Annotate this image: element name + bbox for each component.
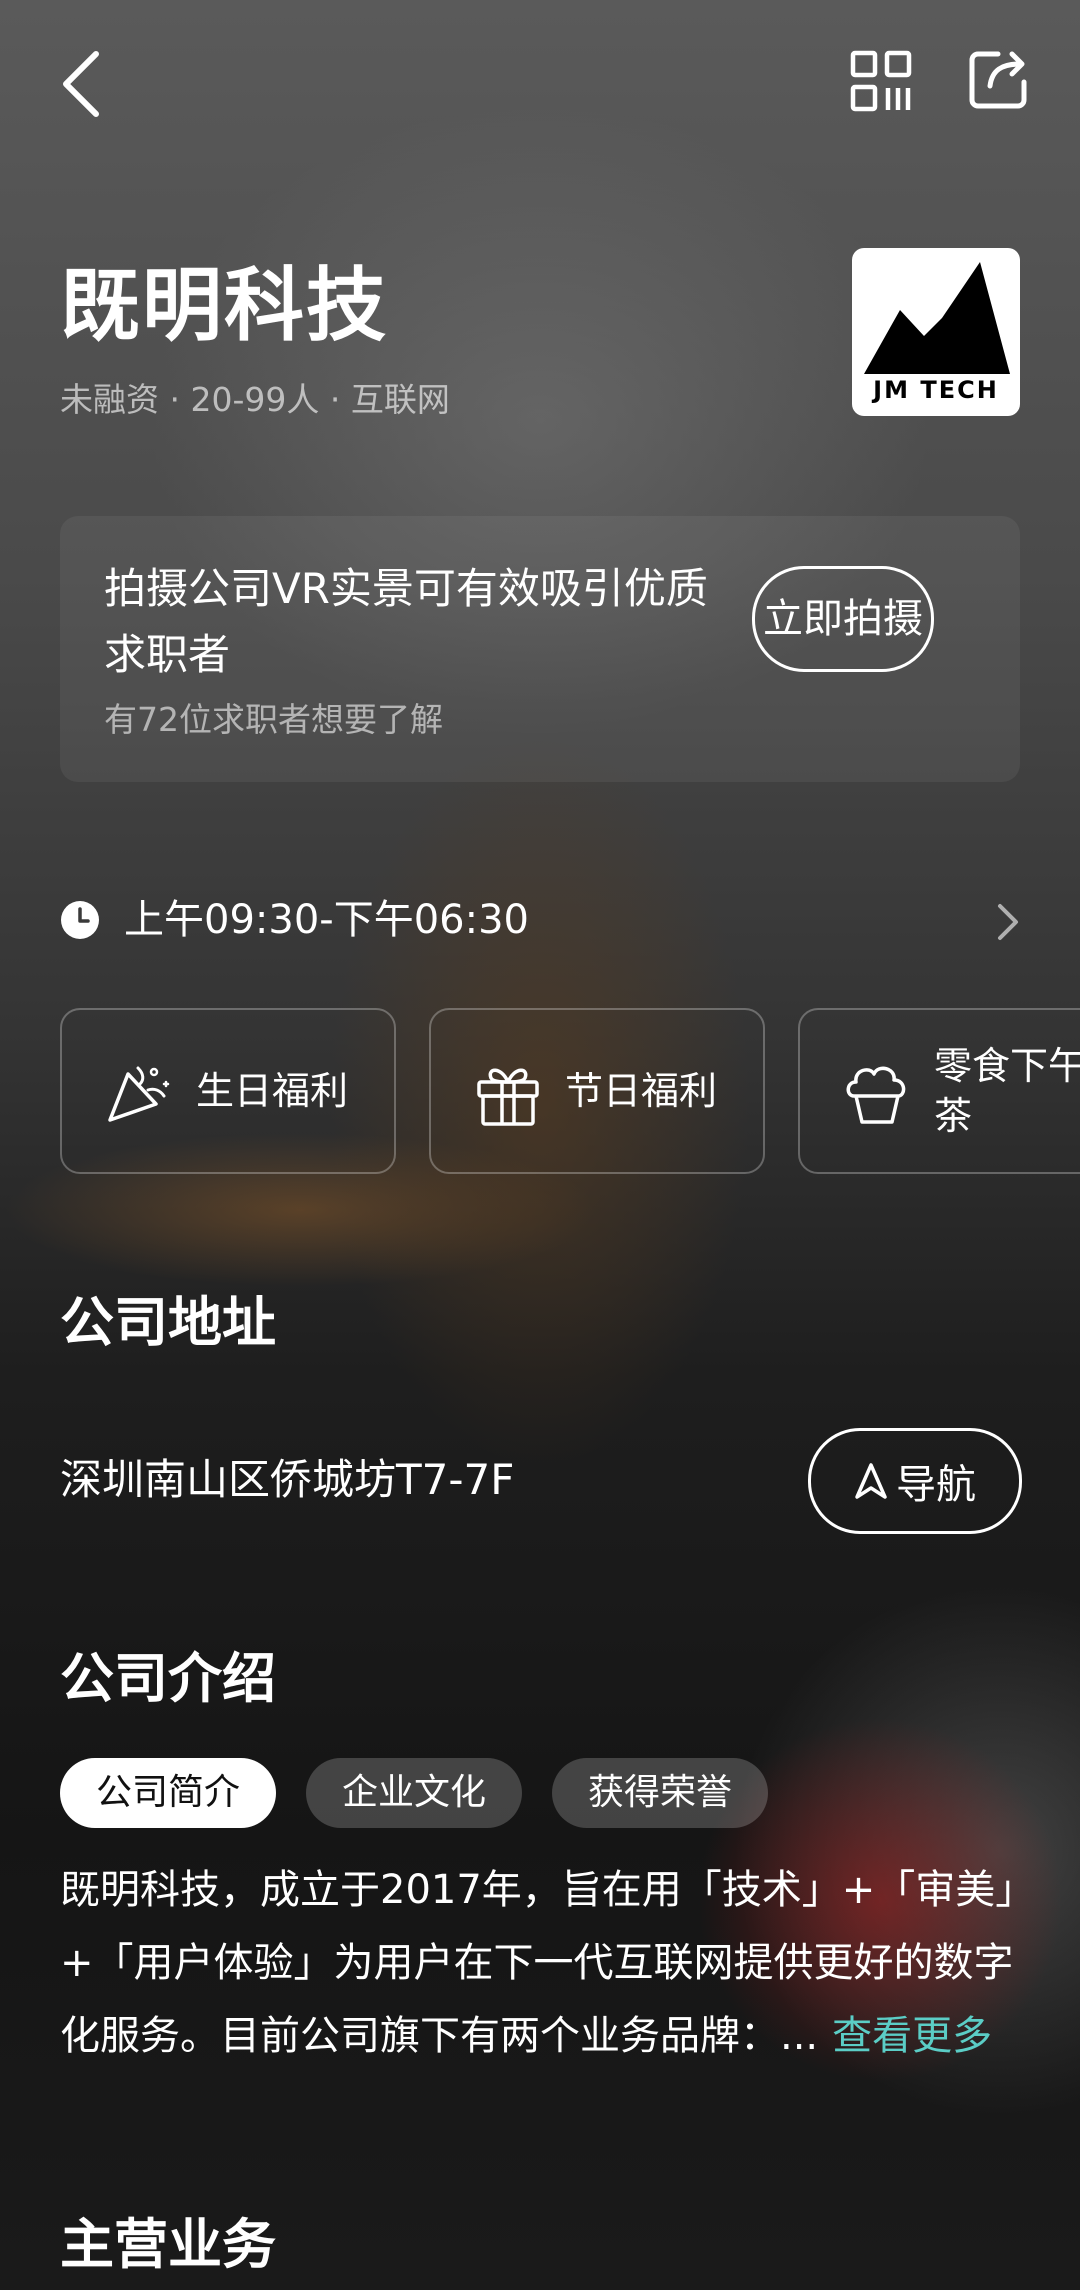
navigation-arrow-icon [855, 1463, 887, 1499]
tab-honors[interactable]: 获得荣誉 [552, 1758, 768, 1828]
intro-description: 既明科技，成立于2017年，旨在用「技术」+「审美」+「用户体验」为用户在下一代… [60, 1854, 1020, 2073]
tab-corporate-culture[interactable]: 企业文化 [306, 1758, 522, 1828]
company-profile-screen: 既明科技 未融资 · 20-99人 · 互联网 JM TECH 拍摄公司VR实景… [0, 0, 1080, 2290]
business-section-title: 主营业务 [60, 2213, 276, 2276]
see-more-link[interactable]: 查看更多 [832, 2013, 992, 2059]
work-hours[interactable]: 上午09:30-下午06:30 [124, 894, 529, 946]
benefit-label: 生日福利 [196, 1069, 349, 1113]
qr-grid-icon [850, 50, 912, 112]
address-section-title: 公司地址 [60, 1291, 276, 1354]
vr-promo-subtitle: 有72位求职者想要了解 [104, 700, 443, 739]
company-name: 既明科技 [60, 259, 388, 352]
tab-company-profile[interactable]: 公司简介 [60, 1758, 276, 1828]
benefit-card-holiday[interactable]: 节日福利 [429, 1008, 765, 1174]
share-icon [969, 51, 1027, 109]
intro-section-title: 公司介绍 [60, 1647, 276, 1710]
chevron-left-icon [63, 51, 99, 117]
benefit-card-birthday[interactable]: 生日福利 [60, 1008, 396, 1174]
benefit-label: 零食下午茶 [934, 1044, 1080, 1138]
logo-text: JM TECH [873, 376, 999, 404]
gift-icon [477, 1068, 539, 1126]
navigation-label: 导航 [896, 1462, 976, 1508]
clock-icon [60, 900, 100, 940]
share-button[interactable] [968, 48, 1032, 112]
benefit-card-snacks[interactable]: 零食下午茶 [798, 1008, 1080, 1174]
back-button[interactable] [52, 44, 112, 124]
cupcake-icon [846, 1066, 906, 1124]
company-logo: JM TECH [852, 248, 1020, 416]
navigation-button[interactable]: 导航 [808, 1428, 1022, 1534]
shoot-now-button[interactable]: 立即拍摄 [752, 566, 934, 672]
vr-promo-title: 拍摄公司VR实景可有效吸引优质求职者 [104, 564, 708, 679]
party-popper-icon [108, 1066, 170, 1122]
company-meta: 未融资 · 20-99人 · 互联网 [60, 380, 450, 419]
qr-code-button[interactable] [850, 50, 912, 112]
chevron-right-icon[interactable] [990, 900, 1026, 944]
company-address: 深圳南山区侨城坊T7-7F [60, 1455, 515, 1504]
benefit-label: 节日福利 [565, 1069, 718, 1113]
